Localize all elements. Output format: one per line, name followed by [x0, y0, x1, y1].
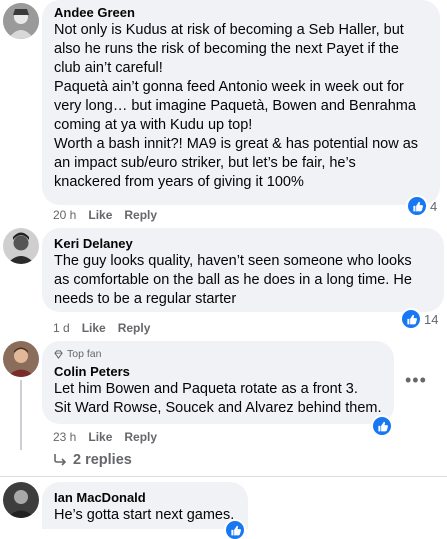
top-fan-badge: Top fan: [54, 348, 382, 360]
comment-timestamp[interactable]: 23 h: [53, 430, 76, 444]
divider: [0, 476, 447, 477]
comment-bubble: Ian MacDonald He’s gotta start next game…: [42, 482, 248, 529]
comment-timestamp[interactable]: 1 d: [53, 321, 70, 335]
reaction-count: 14: [424, 311, 439, 327]
reaction-summary[interactable]: [226, 521, 244, 539]
view-replies-button[interactable]: 2 replies: [53, 452, 132, 468]
comment-text: The guy looks quality, haven’t seen some…: [54, 253, 412, 307]
reply-button[interactable]: Reply: [118, 321, 151, 335]
reply-button[interactable]: Reply: [124, 430, 157, 444]
avatar[interactable]: [3, 482, 39, 518]
thumbs-up-icon: [408, 197, 426, 215]
avatar[interactable]: [3, 228, 39, 264]
replies-count: 2 replies: [73, 452, 132, 468]
reply-button[interactable]: Reply: [124, 208, 157, 222]
comment-text: He’s gotta start next games.: [54, 507, 235, 523]
like-button[interactable]: Like: [88, 208, 112, 222]
reaction-summary[interactable]: 14: [402, 310, 438, 328]
comment-timestamp[interactable]: 20 h: [53, 208, 76, 222]
thumbs-up-icon: [402, 310, 420, 328]
avatar[interactable]: [3, 3, 39, 39]
avatar[interactable]: [3, 341, 39, 377]
reaction-count: 4: [430, 198, 438, 214]
comment-actions: 20 h Like Reply: [53, 208, 157, 222]
like-button[interactable]: Like: [82, 321, 106, 335]
comment-author[interactable]: Keri Delaney: [54, 235, 432, 252]
thread-line: [20, 380, 22, 450]
reaction-summary[interactable]: 4: [408, 197, 437, 215]
badge-label: Top fan: [67, 348, 102, 360]
comment-text: Let him Bowen and Paqueta rotate as a fr…: [54, 381, 382, 416]
comment-author[interactable]: Colin Peters: [54, 363, 382, 380]
comment-actions: 1 d Like Reply: [53, 321, 150, 335]
thumbs-up-icon: [373, 417, 391, 435]
comment-bubble: Top fan Colin Peters Let him Bowen and P…: [42, 341, 394, 424]
diamond-badge-icon: [54, 349, 63, 359]
thumbs-up-icon: [226, 521, 244, 539]
reply-arrow-icon: [54, 454, 67, 466]
comment-author[interactable]: Andee Green: [54, 4, 428, 21]
more-options-icon[interactable]: •••: [405, 370, 427, 391]
comment-bubble: Keri Delaney The guy looks quality, have…: [42, 228, 444, 312]
comment-bubble: Andee Green Not only is Kudus at risk of…: [42, 0, 440, 205]
comment-actions: 23 h Like Reply: [53, 430, 157, 444]
comment-author[interactable]: Ian MacDonald: [54, 489, 236, 506]
reaction-summary[interactable]: [373, 417, 391, 435]
like-button[interactable]: Like: [88, 430, 112, 444]
comment-text: Not only is Kudus at risk of becoming a …: [54, 22, 419, 190]
